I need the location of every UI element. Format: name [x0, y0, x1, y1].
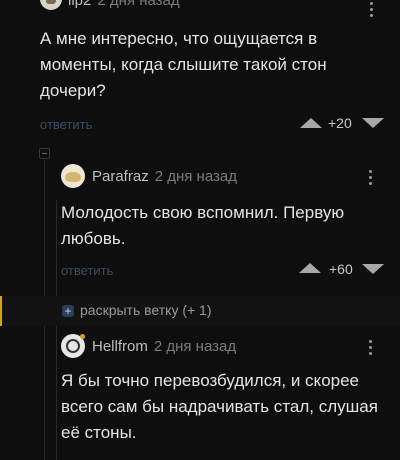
avatar[interactable]	[61, 164, 85, 188]
comment-author[interactable]: lip2 2 дня назад	[68, 0, 180, 9]
comment-time: 2 дня назад	[97, 0, 180, 9]
avatar[interactable]	[40, 0, 62, 10]
comment-text: Я бы точно перевозбудился, и скорее всег…	[61, 371, 378, 442]
active-thread-marker	[0, 296, 2, 326]
expand-thread-row[interactable]: + раскрыть ветку (+ 1)	[0, 296, 400, 326]
comment-time: 2 дня назад	[154, 168, 237, 185]
comment-author[interactable]: Parafraz 2 дня назад	[92, 168, 237, 185]
more-options-icon[interactable]	[370, 2, 374, 20]
comment-time: 2 дня назад	[153, 338, 237, 355]
comment-text: А мне интересно, что ощущается в моменты…	[40, 29, 327, 100]
upvote-icon[interactable]	[299, 263, 321, 273]
downvote-icon[interactable]	[362, 264, 384, 274]
comment-author[interactable]: Hellfrom 2 дня назад	[92, 338, 236, 355]
upvote-icon[interactable]	[300, 118, 322, 128]
minus-square-icon	[42, 153, 47, 154]
collapse-thread-button[interactable]	[39, 148, 50, 159]
expand-thread-label[interactable]: раскрыть ветку (+ 1)	[80, 302, 212, 318]
comment-score: +20	[328, 115, 352, 131]
reply-link[interactable]: ответить	[61, 263, 113, 278]
online-indicator	[80, 334, 85, 339]
more-options-icon[interactable]	[369, 340, 373, 358]
author-name[interactable]: Parafraz	[92, 168, 149, 185]
comment-text: Молодость свою вспомнил. Первую любовь.	[61, 203, 345, 248]
thread-line	[56, 200, 57, 460]
author-name[interactable]: lip2	[68, 0, 91, 9]
downvote-icon[interactable]	[362, 118, 384, 128]
reply-link[interactable]: ответить	[40, 117, 92, 132]
comment-score: +60	[329, 261, 353, 277]
author-name[interactable]: Hellfrom	[92, 338, 148, 355]
plus-icon[interactable]: +	[62, 305, 74, 317]
more-options-icon[interactable]	[369, 170, 373, 188]
